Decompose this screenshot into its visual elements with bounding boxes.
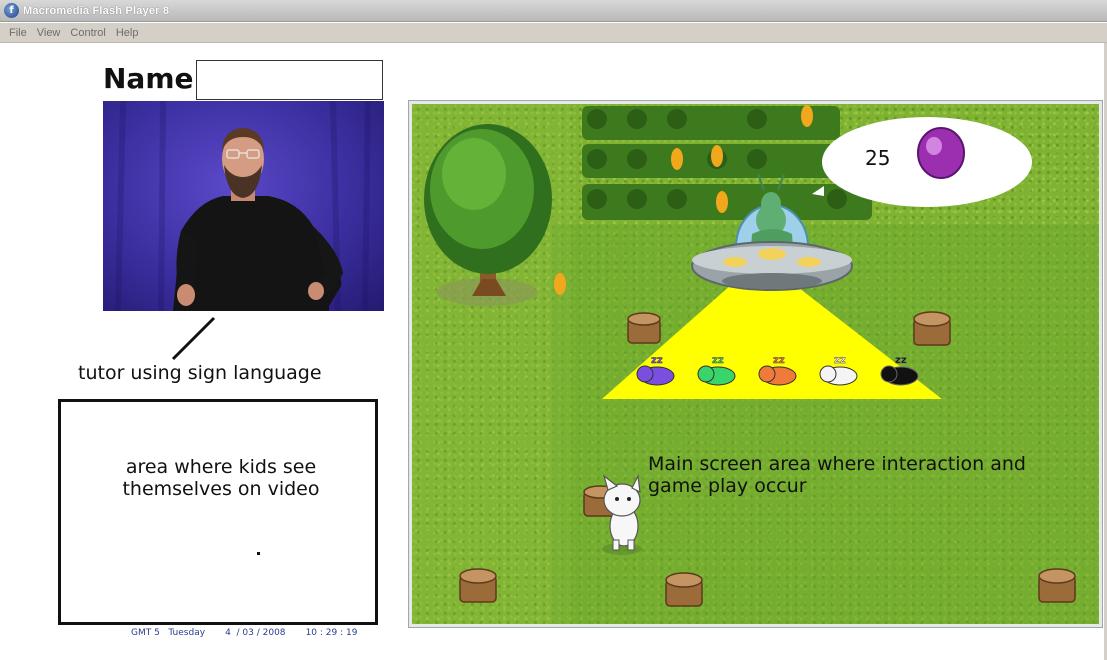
game-screen[interactable]: zz zz zz zz zz 25 Main screen area where… — [408, 100, 1103, 628]
svg-text:zz: zz — [895, 355, 907, 366]
svg-text:zz: zz — [773, 355, 785, 366]
menu-help[interactable]: Help — [116, 27, 139, 39]
self-video-caption-line1: area where kids see — [125, 456, 317, 478]
self-video-area: area where kids see themselves on video — [58, 399, 378, 625]
menu-control[interactable]: Control — [70, 27, 105, 39]
self-video-caption-line2: themselves on video — [122, 478, 320, 500]
score-value: 25 — [865, 146, 891, 170]
menu-bar: File View Control Help — [0, 23, 1107, 43]
tutor-video — [103, 101, 384, 311]
status-bar: GMT 5 Tuesday 4 / 03 / 2008 10 : 29 : 19 — [131, 628, 357, 638]
flash-player-icon: f — [4, 3, 19, 18]
title-bar: f Macromedia Flash Player 8 — [0, 0, 1107, 22]
gem-icon — [917, 127, 965, 179]
window-title: Macromedia Flash Player 8 — [23, 4, 170, 17]
pointer-line — [171, 316, 216, 361]
main-screen-caption: Main screen area where interaction and g… — [648, 453, 1078, 497]
tutor-person-image — [115, 101, 371, 311]
status-date: 4 / 03 / 2008 — [225, 628, 286, 638]
svg-text:zz: zz — [834, 355, 846, 366]
status-day: Tuesday — [168, 628, 206, 638]
game-scene: zz zz zz zz zz — [412, 104, 1099, 624]
video-dot — [257, 552, 260, 555]
menu-file[interactable]: File — [9, 27, 27, 39]
menu-view[interactable]: View — [37, 27, 61, 39]
name-label: Name: — [103, 62, 205, 95]
main-caption-line1: Main screen area where interaction and — [648, 453, 1026, 475]
self-video-caption: area where kids see themselves on video — [61, 456, 381, 500]
status-time: 10 : 29 : 19 — [305, 628, 358, 638]
status-timezone: GMT 5 — [131, 628, 160, 638]
main-caption-line2: game play occur — [648, 475, 807, 497]
svg-text:zz: zz — [651, 355, 663, 366]
tutor-caption: tutor using sign language — [78, 362, 322, 384]
svg-text:zz: zz — [712, 355, 724, 366]
name-input[interactable] — [196, 60, 383, 100]
